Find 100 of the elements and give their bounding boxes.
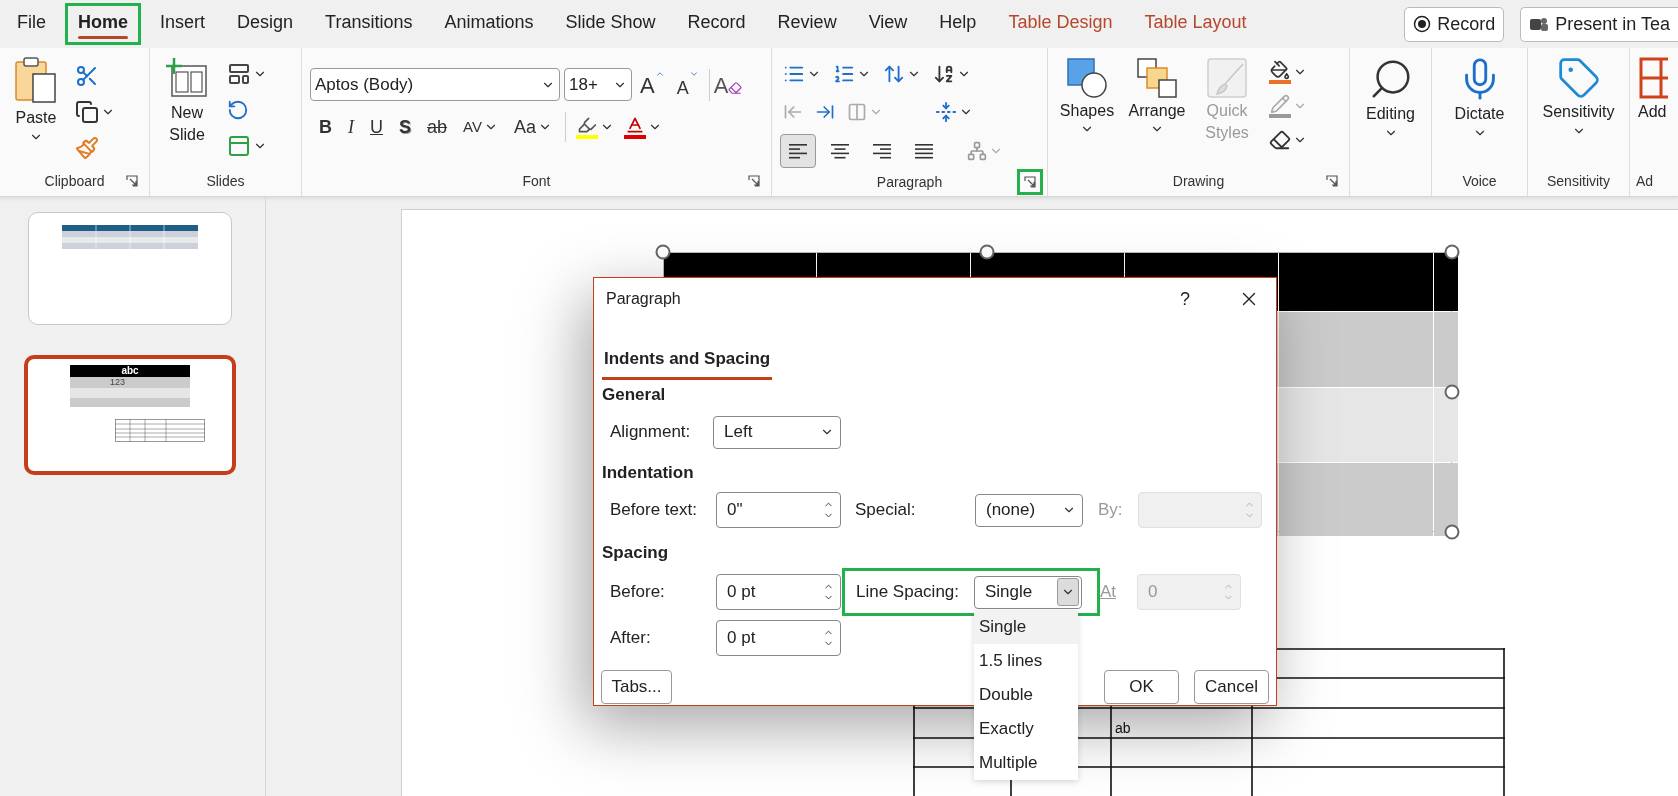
resize-handle[interactable] — [655, 244, 671, 260]
color-bar — [624, 135, 646, 139]
group-label: Ad — [1636, 171, 1654, 191]
dropdown-option[interactable]: Exactly — [974, 712, 1078, 746]
font-color-button[interactable] — [624, 115, 662, 139]
eraser-icon — [1269, 129, 1291, 151]
launcher-icon — [126, 175, 138, 187]
menu-tab[interactable]: File — [4, 3, 59, 45]
shrink-font-button[interactable]: A — [672, 68, 703, 101]
pencil-icon — [1270, 94, 1290, 114]
paste-button[interactable]: Paste — [8, 56, 64, 144]
resize-handle[interactable] — [1444, 244, 1460, 260]
spacing-button[interactable]: AV — [460, 111, 501, 143]
section-heading: Spacing — [602, 542, 669, 565]
underline-button[interactable]: U — [367, 111, 386, 143]
group-label: Slides — [206, 171, 245, 191]
menu-tab[interactable]: Table Layout — [1131, 3, 1260, 45]
case-button[interactable]: Aa — [510, 111, 555, 143]
paintbrush-icon — [75, 136, 99, 160]
shadow-button[interactable]: S — [396, 111, 414, 143]
columns-icon — [847, 102, 867, 122]
arrange-button[interactable]: Arrange — [1126, 56, 1188, 136]
dropdown-option[interactable]: 1.5 lines — [974, 644, 1078, 678]
add-ins-button[interactable]: Add — [1638, 56, 1668, 124]
field-label: Alignment: — [610, 421, 692, 444]
tag-icon — [1556, 56, 1601, 100]
record-button[interactable]: Record — [1404, 6, 1505, 42]
text-direction-icon — [933, 63, 955, 85]
italic-button[interactable]: I — [345, 111, 357, 143]
copy-icon — [75, 100, 99, 124]
group-label: Sensitivity — [1547, 171, 1610, 191]
reset-icon — [227, 99, 249, 121]
thumbnail-text: 123 — [110, 378, 126, 387]
ok-button[interactable]: OK — [1104, 670, 1179, 704]
slide-thumbnail[interactable] — [28, 212, 232, 325]
align-right-icon — [872, 143, 892, 159]
highlight-button[interactable] — [576, 115, 614, 139]
special-select[interactable]: (none) — [975, 493, 1083, 527]
dropdown-option[interactable]: Double — [974, 678, 1078, 712]
thumbnail-text: abc — [121, 366, 139, 376]
line-spacing-select[interactable]: Single — [974, 575, 1082, 609]
dropdown-option[interactable]: Single — [974, 610, 1078, 644]
dropdown-option[interactable]: Multiple — [974, 746, 1078, 780]
color-bar — [1269, 80, 1291, 84]
dialog-tab[interactable]: Indents and Spacing — [602, 340, 773, 380]
sensitivity-button[interactable]: Sensitivity — [1536, 56, 1621, 138]
dictate-button[interactable]: Dictate — [1440, 56, 1519, 140]
new-slide-button[interactable]: New Slide — [158, 56, 216, 146]
align-text-icon — [935, 101, 957, 123]
align-button[interactable] — [780, 134, 816, 168]
menu-tab[interactable]: Table Design — [995, 3, 1126, 45]
field-label: Special: — [855, 499, 917, 522]
field-label: By: — [1098, 499, 1124, 522]
launcher-icon — [748, 175, 760, 187]
layout-icon — [227, 62, 251, 86]
present-button[interactable]: Present in Tea — [1520, 6, 1678, 42]
alignment-select[interactable]: Left — [713, 415, 841, 449]
font-color-icon — [625, 115, 645, 135]
cancel-button[interactable]: Cancel — [1194, 670, 1269, 704]
field-label: Before: — [610, 581, 666, 604]
bold-button[interactable]: B — [316, 111, 335, 143]
help-button[interactable]: ? — [1176, 285, 1194, 313]
menu-tab[interactable]: Home — [65, 3, 142, 45]
brush-icon — [1205, 56, 1249, 100]
numbering-icon — [833, 63, 855, 85]
editing-button[interactable]: Editing — [1358, 56, 1423, 140]
tabs-button[interactable]: Tabs... — [601, 670, 672, 704]
section-heading: General — [602, 384, 666, 407]
strike-button[interactable]: ab — [424, 111, 451, 143]
dialog-title: Paragraph — [606, 289, 681, 309]
menu-tab[interactable]: Slide Show — [552, 3, 669, 45]
menu-tab[interactable]: View — [855, 3, 921, 45]
menu-tab[interactable]: Design — [224, 3, 307, 45]
after-field[interactable]: 0 pt — [716, 620, 841, 656]
before-text-field[interactable]: 0" — [716, 492, 841, 528]
menu-tab[interactable]: Insert — [147, 3, 219, 45]
dialog-launcher[interactable] — [1017, 169, 1043, 195]
font-size-field[interactable]: 18+ — [564, 68, 632, 101]
field-label: Line Spacing: — [856, 581, 961, 604]
align-left-icon — [788, 143, 808, 159]
menu-tab[interactable]: Transitions — [312, 3, 426, 45]
before-field[interactable]: 0 pt — [716, 574, 841, 610]
group-label: Drawing — [1172, 171, 1225, 191]
shapes-icon — [1065, 56, 1109, 100]
group-label: Clipboard — [44, 171, 105, 191]
grow-font-button[interactable]: A — [636, 68, 669, 101]
shapes-button[interactable]: Shapes — [1056, 56, 1118, 136]
resize-handle[interactable] — [979, 244, 995, 260]
menu-tab[interactable]: Animations — [431, 3, 547, 45]
slide-thumbnail[interactable]: abc 123 — [24, 355, 236, 475]
menu-tab[interactable]: Help — [926, 3, 990, 45]
color-bar — [576, 135, 598, 139]
field-label: After: — [610, 627, 652, 650]
menu-tab[interactable]: Record — [674, 3, 759, 45]
menu-tab[interactable]: Review — [764, 3, 850, 45]
decrease-indent-icon — [783, 102, 803, 122]
align-center-icon — [830, 143, 850, 159]
clear-formatting-button[interactable]: A — [708, 68, 747, 101]
line-spacing-icon — [883, 63, 905, 85]
font-name-field[interactable]: Aptos (Body) — [310, 68, 560, 101]
